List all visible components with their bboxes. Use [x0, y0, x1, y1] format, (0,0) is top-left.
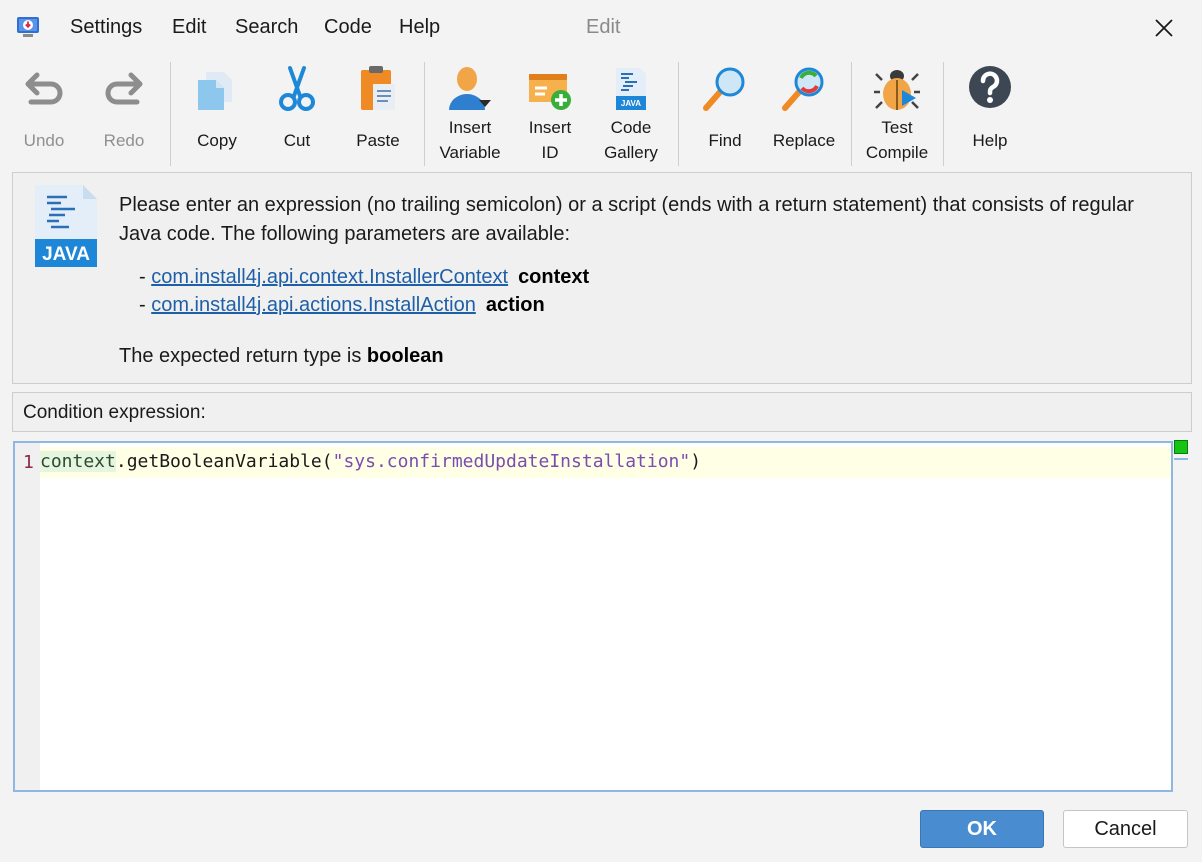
line-number: 1	[23, 452, 34, 473]
status-ok-marker[interactable]	[1174, 440, 1188, 454]
help-icon	[969, 66, 1011, 108]
code-variable: context	[40, 451, 116, 472]
code-line[interactable]: context.getBooleanVariable("sys.confirme…	[40, 451, 701, 472]
replace-icon	[782, 67, 824, 111]
ok-button[interactable]: OK	[920, 810, 1044, 848]
close-button[interactable]	[1146, 10, 1182, 46]
copy-button[interactable]: Copy	[177, 58, 257, 168]
redo-icon	[105, 72, 143, 105]
code-end: )	[690, 451, 702, 472]
undo-icon	[25, 72, 63, 105]
error-stripe-marker	[1174, 458, 1188, 460]
test-compile-label: Test Compile	[847, 115, 947, 165]
title-bar: Settings Edit Search Code Help Edit	[0, 0, 1202, 56]
insert-id-icon	[529, 74, 571, 110]
paste-icon	[361, 66, 395, 110]
test-compile-button[interactable]: Test Compile	[857, 58, 937, 168]
menu-help[interactable]: Help	[399, 16, 440, 39]
cut-icon	[279, 66, 315, 111]
toolbar: Undo Redo Copy Cut Paste Insert Variable…	[0, 58, 1202, 168]
java-file-icon: JAVA	[35, 185, 97, 267]
replace-label: Replace	[772, 131, 836, 150]
condition-label: Condition expression:	[23, 402, 206, 423]
return-type-line: The expected return type is boolean	[119, 345, 444, 368]
info-description: Please enter an expression (no trailing …	[119, 194, 1134, 245]
return-type-value: boolean	[366, 345, 444, 367]
menu-code[interactable]: Code	[324, 16, 372, 39]
paste-label: Paste	[356, 131, 400, 150]
code-string: "sys.confirmedUpdateInstallation"	[332, 451, 691, 472]
help-label: Help	[972, 131, 1008, 150]
undo-button[interactable]: Undo	[4, 58, 84, 168]
code-editor[interactable]: 1 context.getBooleanVariable("sys.confir…	[13, 441, 1173, 792]
insert-id-button[interactable]: Insert ID	[510, 58, 590, 168]
param-type-link-2[interactable]: com.install4j.api.actions.InstallAction	[151, 294, 476, 316]
code-gallery-label: Code Gallery	[581, 115, 681, 165]
param-line-2: - com.install4j.api.actions.InstallActio…	[139, 291, 545, 319]
close-icon	[1155, 19, 1173, 37]
redo-label: Redo	[103, 131, 145, 150]
code-gallery-label-line2: Gallery	[604, 143, 658, 162]
java-file-icon: JAVA	[616, 68, 646, 110]
search-icon	[703, 67, 745, 111]
param-name-2: action	[485, 294, 545, 316]
param-type-link-1[interactable]: com.install4j.api.context.InstallerConte…	[151, 266, 508, 288]
param-dash: -	[139, 266, 152, 288]
param-dash: -	[139, 294, 152, 316]
param-name-1: context	[518, 266, 590, 288]
paste-button[interactable]: Paste	[338, 58, 418, 168]
svg-text:JAVA: JAVA	[621, 99, 641, 108]
menu-edit[interactable]: Edit	[172, 16, 206, 39]
param-line-1: - com.install4j.api.context.InstallerCon…	[139, 263, 589, 291]
find-button[interactable]: Find	[685, 58, 765, 168]
code-gallery-button[interactable]: JAVA Code Gallery	[591, 58, 671, 168]
return-type-prefix: The expected return type is	[119, 345, 362, 367]
info-panel: JAVA Please enter an expression (no trai…	[12, 172, 1192, 384]
menu-search[interactable]: Search	[235, 16, 298, 39]
help-button[interactable]: Help	[950, 58, 1030, 168]
test-compile-label-line1: Test	[881, 118, 913, 137]
java-badge-text: JAVA	[42, 244, 90, 265]
test-compile-label-line2: Compile	[865, 143, 929, 162]
cut-button[interactable]: Cut	[257, 58, 337, 168]
copy-icon	[198, 72, 232, 110]
condition-header: Condition expression:	[12, 392, 1192, 432]
window-title: Edit	[586, 16, 621, 38]
app-icon[interactable]	[16, 15, 40, 39]
code-gallery-label-line1: Code	[610, 118, 652, 137]
bug-icon	[874, 70, 920, 110]
code-method: .getBooleanVariable(	[115, 451, 333, 472]
menu-settings[interactable]: Settings	[70, 16, 142, 39]
replace-button[interactable]: Replace	[764, 58, 844, 168]
cancel-button[interactable]: Cancel	[1063, 810, 1188, 848]
user-icon	[449, 67, 491, 110]
redo-button[interactable]: Redo	[84, 58, 164, 168]
insert-variable-button[interactable]: Insert Variable	[430, 58, 510, 168]
line-number-gutter	[15, 443, 40, 790]
